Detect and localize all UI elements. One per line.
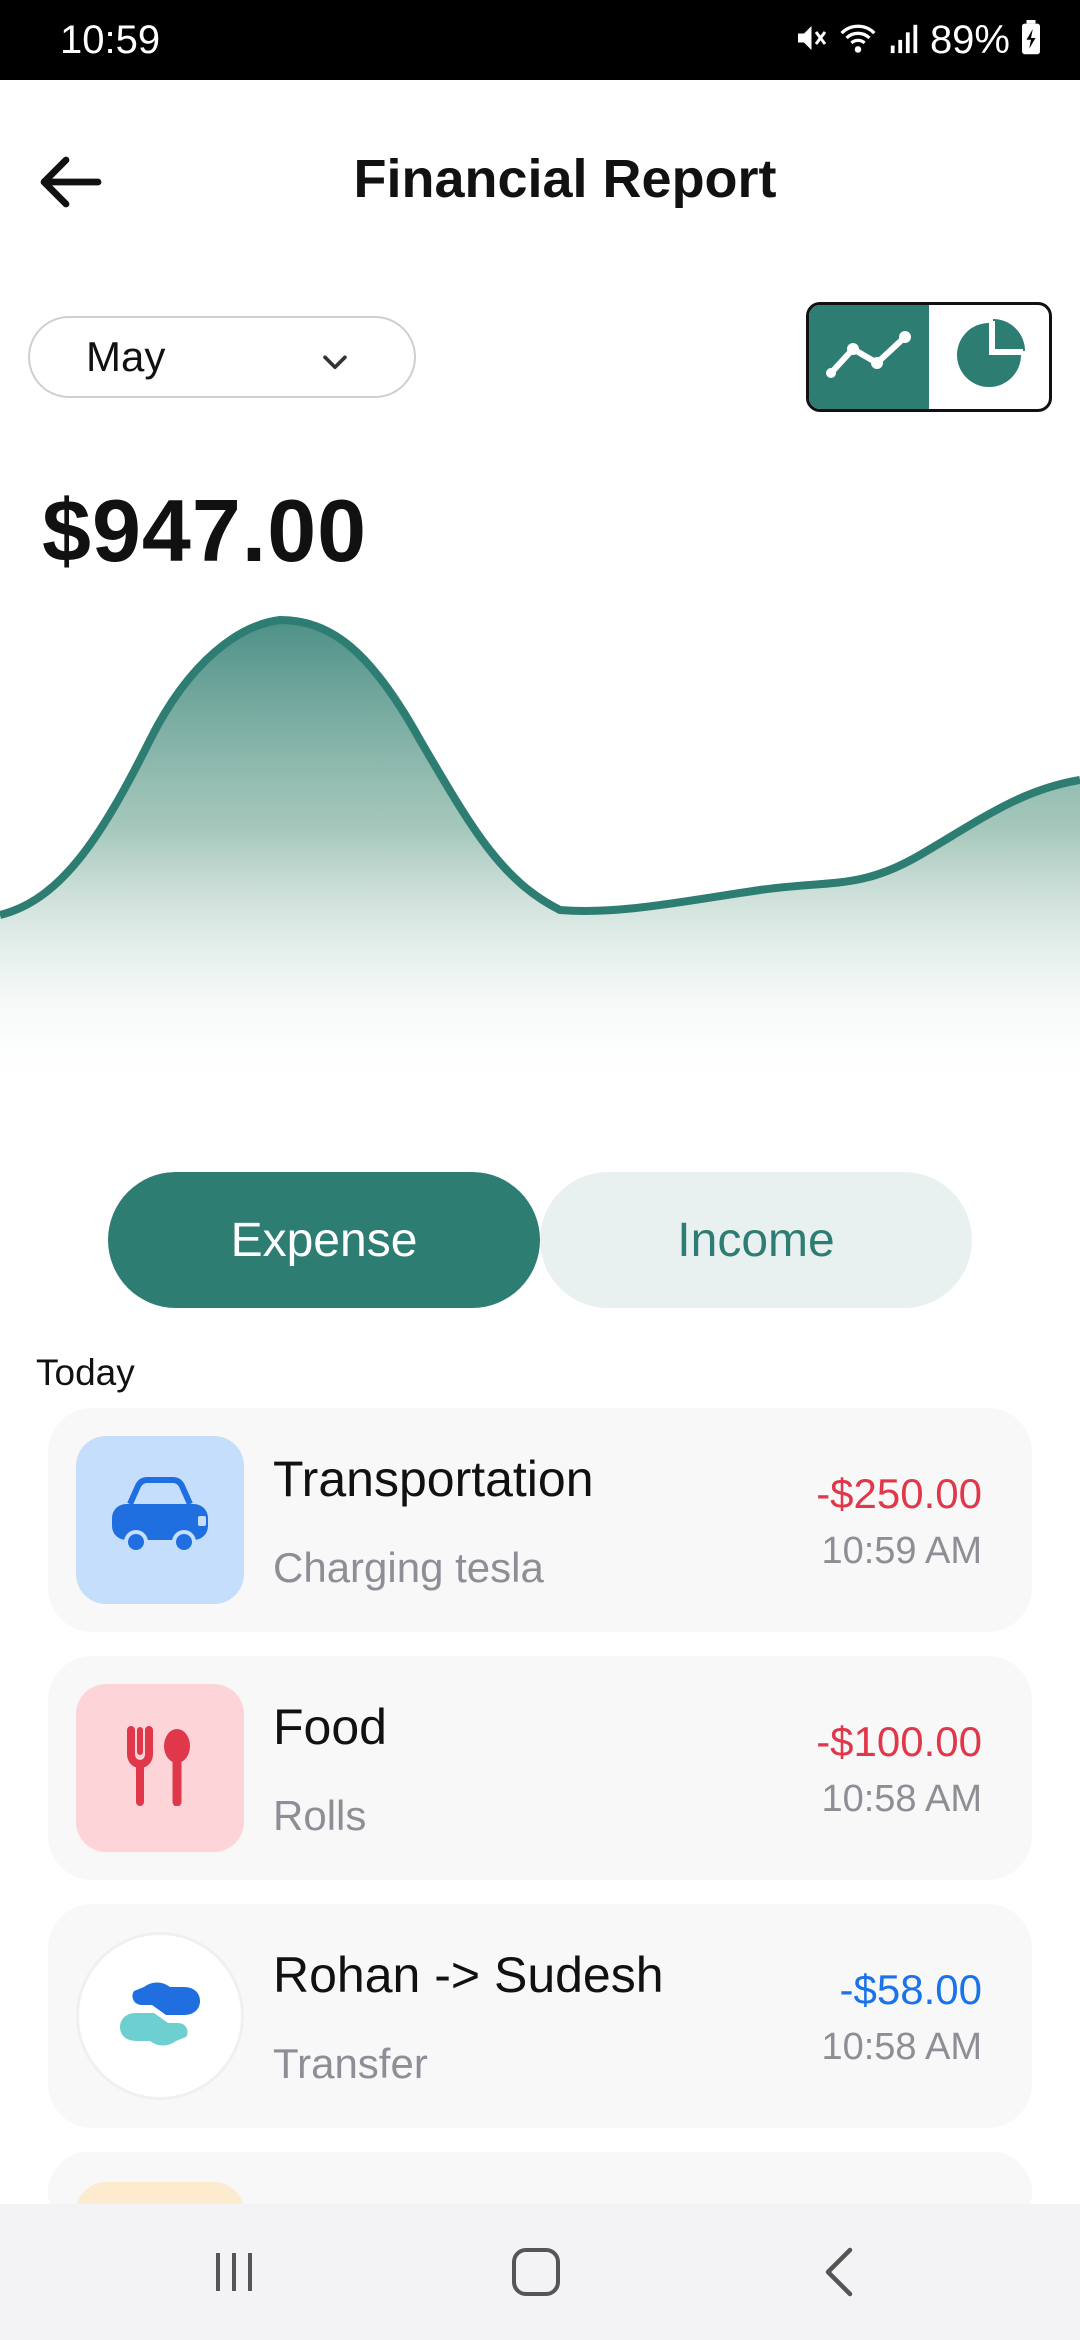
car-icon: [108, 1476, 212, 1565]
signal-icon: [888, 21, 920, 60]
transaction-icon-tile: [76, 1436, 244, 1604]
wifi-icon: [838, 20, 878, 61]
mute-icon: [792, 20, 828, 61]
transfer-icon: [114, 1979, 206, 2054]
month-value: May: [86, 333, 166, 380]
home-icon: [510, 2246, 562, 2303]
transaction-amount: -$58.00: [839, 1966, 982, 2013]
transaction-note: Transfer: [273, 2040, 428, 2087]
transaction-title: Food: [273, 1699, 387, 1755]
transaction-item[interactable]: Food Rolls -$100.00 10:58 AM: [48, 1656, 1032, 1880]
transaction-amount: -$100.00: [816, 1718, 982, 1765]
transaction-time: 10:58 AM: [821, 2026, 982, 2068]
transaction-item[interactable]: Rohan -> Sudesh Transfer -$58.00 10:58 A…: [48, 1904, 1032, 2128]
transaction-time: 10:58 AM: [821, 1778, 982, 1820]
transaction-icon-tile: [76, 1932, 244, 2100]
home-button[interactable]: [476, 2234, 596, 2314]
battery-charging-icon: [1020, 19, 1042, 61]
system-nav-bar: [0, 2204, 1080, 2340]
spending-trend-chart: [0, 615, 1080, 1090]
pie-chart-view-button[interactable]: [929, 305, 1049, 409]
total-amount: $947.00: [42, 481, 368, 580]
nav-back-button[interactable]: [780, 2234, 900, 2314]
chevron-down-icon: [318, 342, 352, 390]
transaction-note: Rolls: [273, 1792, 367, 1839]
transaction-amount: -$250.00: [816, 1470, 982, 1517]
recent-apps-icon: [210, 2249, 258, 2300]
transaction-title: Transportation: [273, 1451, 594, 1507]
fork-spoon-icon: [125, 1725, 195, 1811]
tab-income[interactable]: Income: [540, 1172, 972, 1308]
transaction-note: Charging tesla: [273, 1544, 544, 1591]
tab-expense[interactable]: Expense: [108, 1172, 540, 1308]
status-time: 10:59: [60, 18, 161, 62]
status-icons: 89%: [792, 14, 1042, 66]
section-today-label: Today: [36, 1352, 135, 1393]
transaction-title: Rohan -> Sudesh: [273, 1947, 664, 2003]
battery-percent: 89%: [929, 17, 1010, 62]
pie-chart-icon: [953, 318, 1025, 396]
back-icon: [820, 2246, 860, 2303]
transaction-item[interactable]: Transportation Charging tesla -$250.00 1…: [48, 1408, 1032, 1632]
page-title: Financial Report: [353, 149, 777, 209]
line-chart-icon: [823, 325, 915, 390]
recent-apps-button[interactable]: [174, 2234, 294, 2314]
status-bar: 10:59 89%: [0, 0, 1080, 80]
transaction-time: 10:59 AM: [821, 1530, 982, 1572]
chart-view-toggle: [806, 302, 1052, 412]
transaction-icon-tile: [76, 1684, 244, 1852]
month-dropdown[interactable]: May: [28, 316, 416, 398]
line-chart-view-button[interactable]: [809, 305, 929, 409]
